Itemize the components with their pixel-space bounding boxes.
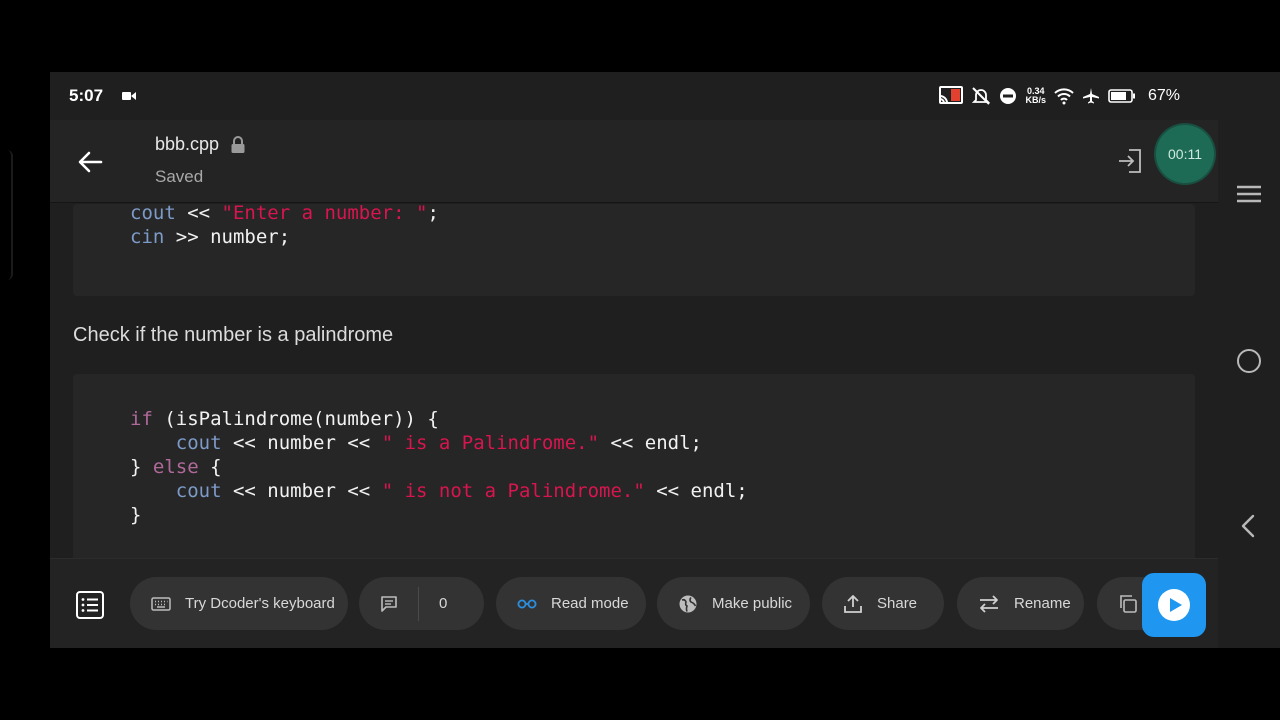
cast-icon [939,86,964,104]
comment-icon [381,595,397,612]
outline-list-icon[interactable] [74,589,106,621]
app-bar: bbb.cpp Saved [50,120,1218,203]
code-line: cin >> number; [130,226,291,248]
battery-icon [1108,89,1135,103]
rename-label: Rename [1014,595,1071,612]
status-icons: 0.34 KB/s 67% [939,84,1180,108]
recent-apps-icon[interactable] [1236,184,1262,204]
nav-back-icon[interactable] [1240,514,1256,538]
globe-icon [679,595,697,612]
back-arrow-icon[interactable] [74,146,106,178]
share-button[interactable]: Share [822,577,944,630]
phone-screen: 5:07 0.34 KB/s 67% bbb.cpp Saved 00:11 c… [50,72,1280,648]
make-public-button[interactable]: Make public [657,577,810,630]
system-nav-bar [1218,120,1280,648]
swap-arrows-icon [980,594,998,613]
status-bar: 5:07 0.34 KB/s 67% [50,72,1280,120]
share-label: Share [877,595,918,612]
exit-icon[interactable] [1118,148,1142,174]
code-block: if (isPalindrome(number)) { cout << numb… [73,374,1195,558]
device-edge [0,150,13,280]
glasses-icon [517,599,537,608]
make-public-label: Make public [712,595,793,612]
home-circle-icon[interactable] [1237,349,1261,373]
try-keyboard-button[interactable]: Try Dcoder's keyboard [130,577,348,630]
code-content: cout << "Enter a number: "; cin >> numbe… [50,204,1218,558]
airplane-icon [1082,88,1099,104]
recording-timer[interactable]: 00:11 [1156,125,1214,183]
keyboard-icon [151,596,171,611]
code-line: if (isPalindrome(number)) { [130,408,439,430]
net-speed-unit: KB/s [1025,95,1046,105]
bell-off-icon [972,87,991,105]
try-keyboard-label: Try Dcoder's keyboard [185,595,335,612]
file-name[interactable]: bbb.cpp [155,134,219,155]
code-line: cout << "Enter a number: "; [130,204,439,224]
code-line: } [130,504,142,526]
lock-icon [231,136,245,153]
code-line: cout << number << " is a Palindrome." <<… [175,432,702,454]
video-record-icon [122,92,136,100]
run-button[interactable] [1142,573,1206,637]
code-line: cout << number << " is not a Palindrome.… [175,480,748,502]
net-speed: 0.34 KB/s [1025,87,1046,105]
save-status: Saved [155,167,204,186]
comments-count: 0 [439,595,448,612]
comments-button[interactable]: 0 [359,577,484,630]
bottom-toolbar: Try Dcoder's keyboard 0 Read mode Make p… [50,558,1218,648]
read-mode-label: Read mode [551,595,629,612]
wifi-icon [1054,88,1074,105]
status-time: 5:07 [69,86,104,105]
play-icon [1158,589,1190,621]
chip-divider [418,586,419,621]
read-mode-button[interactable]: Read mode [496,577,646,630]
code-block: cout << "Enter a number: "; cin >> numbe… [73,204,1195,296]
markdown-text: Check if the number is a palindrome [73,324,394,346]
do-not-disturb-icon [1000,88,1017,104]
code-line: } else { [130,456,222,478]
copy-icon [1120,594,1137,613]
rename-button[interactable]: Rename [957,577,1084,630]
share-upload-icon [844,594,862,613]
battery-percent: 67% [1147,87,1180,104]
